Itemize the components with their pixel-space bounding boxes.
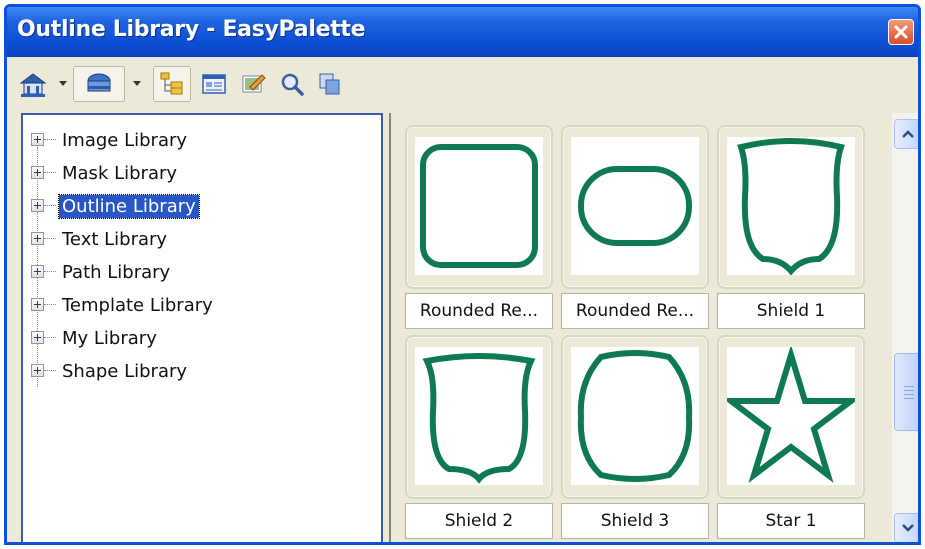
- tree-item[interactable]: My Library: [23, 323, 381, 353]
- scroll-down-button[interactable]: [894, 513, 918, 542]
- home-icon: [19, 73, 47, 97]
- tree-item-label[interactable]: Text Library: [59, 228, 170, 251]
- search-icon: [281, 73, 304, 96]
- shield-2-outline-icon: [422, 353, 536, 484]
- gallery-thumbnail[interactable]: [405, 335, 553, 499]
- tree-item[interactable]: Template Library: [23, 290, 381, 320]
- title-bar[interactable]: Outline Library - EasyPalette: [7, 7, 918, 57]
- vertical-scrollbar[interactable]: [892, 113, 918, 542]
- close-button[interactable]: [888, 19, 914, 45]
- window-title: Outline Library - EasyPalette: [17, 17, 366, 42]
- close-icon: [894, 25, 908, 39]
- expand-icon[interactable]: [31, 265, 44, 278]
- tree-item-label[interactable]: My Library: [59, 327, 160, 350]
- chevron-up-icon: [902, 130, 914, 138]
- gallery-thumbnail[interactable]: [405, 125, 553, 289]
- expand-icon[interactable]: [31, 364, 44, 377]
- tree-connector: [44, 205, 56, 206]
- gallery-thumbnail[interactable]: [561, 125, 709, 289]
- library-button[interactable]: [73, 66, 125, 102]
- outline-preview: [415, 347, 543, 485]
- library-dropdown-arrow[interactable]: [133, 81, 141, 86]
- details-view-icon: [202, 74, 226, 94]
- tree-connector: [44, 139, 56, 140]
- expand-icon[interactable]: [31, 166, 44, 179]
- tree-item[interactable]: Image Library: [23, 125, 381, 155]
- gallery-thumbnail[interactable]: [717, 335, 865, 499]
- details-view-button[interactable]: [197, 66, 231, 102]
- outline-preview: [571, 347, 699, 485]
- expand-icon[interactable]: [31, 232, 44, 245]
- grip-line: [904, 398, 914, 399]
- tree-item-label[interactable]: Image Library: [59, 129, 190, 152]
- tree-item[interactable]: Text Library: [23, 224, 381, 254]
- gallery-item-label[interactable]: Shield 1: [717, 293, 865, 329]
- outline-preview: [571, 137, 699, 275]
- home-button[interactable]: [15, 66, 51, 102]
- rounded-rectangle-outline-icon: [578, 166, 692, 246]
- chevron-down-icon: [902, 524, 914, 532]
- edit-button[interactable]: [237, 66, 271, 102]
- star-outline-icon: [722, 344, 860, 483]
- tree-item[interactable]: Path Library: [23, 257, 381, 287]
- outline-preview: [727, 137, 855, 276]
- expand-icon[interactable]: [31, 133, 44, 146]
- gallery-item-label[interactable]: Shield 3: [561, 503, 709, 539]
- scroll-thumb[interactable]: [894, 353, 918, 431]
- tree-connector: [44, 172, 56, 173]
- search-button[interactable]: [275, 66, 309, 102]
- tree-item-label[interactable]: Outline Library: [58, 193, 200, 219]
- library-window: Outline Library - EasyPalette Image Libr…: [4, 4, 921, 545]
- tree-item-label[interactable]: Template Library: [59, 294, 216, 317]
- shield-3-outline-icon: [577, 350, 693, 482]
- outline-preview: [415, 137, 543, 275]
- scroll-up-button[interactable]: [894, 119, 918, 149]
- gallery-item-label[interactable]: Shield 2: [405, 503, 553, 539]
- library-icon: [87, 73, 111, 92]
- gallery-item-label[interactable]: Rounded Re...: [561, 293, 709, 329]
- grip-line: [904, 390, 914, 391]
- tree-item[interactable]: Mask Library: [23, 158, 381, 188]
- rounded-square-outline-icon: [420, 144, 538, 268]
- outline-gallery: Rounded Re... Rounded Re... Shield 1 Shield…: [389, 113, 918, 542]
- outline-preview: [722, 344, 860, 485]
- tree-connector: [44, 238, 56, 239]
- library-tree: Image Library Mask Library Outline Library…: [21, 113, 383, 542]
- gallery-thumbnail[interactable]: [561, 335, 709, 499]
- tree-connector: [44, 271, 56, 272]
- edit-icon: [242, 74, 266, 93]
- tree-item-label[interactable]: Shape Library: [59, 360, 190, 383]
- tree-view-button[interactable]: [153, 66, 191, 102]
- grip-line: [904, 386, 914, 387]
- tree-item[interactable]: Outline Library: [23, 191, 381, 221]
- gallery-item-label[interactable]: Rounded Re...: [405, 293, 553, 329]
- tree-connector: [44, 370, 56, 371]
- shield-1-outline-icon: [737, 138, 845, 276]
- expand-icon[interactable]: [31, 331, 44, 344]
- tree-item-label[interactable]: Path Library: [59, 261, 173, 284]
- toolbar: [7, 57, 918, 112]
- tree-connector: [44, 304, 56, 305]
- grip-line: [904, 394, 914, 395]
- tree-item-label[interactable]: Mask Library: [59, 162, 180, 185]
- expand-icon[interactable]: [31, 298, 44, 311]
- copy-button[interactable]: [313, 66, 347, 102]
- gallery-thumbnail[interactable]: [717, 125, 865, 289]
- copy-icon: [319, 73, 340, 95]
- tree-view-icon: [160, 72, 183, 95]
- expand-icon[interactable]: [31, 199, 44, 212]
- gallery-item-label[interactable]: Star 1: [717, 503, 865, 539]
- home-dropdown-arrow[interactable]: [59, 81, 67, 86]
- tree-item[interactable]: Shape Library: [23, 356, 381, 386]
- tree-connector: [44, 337, 56, 338]
